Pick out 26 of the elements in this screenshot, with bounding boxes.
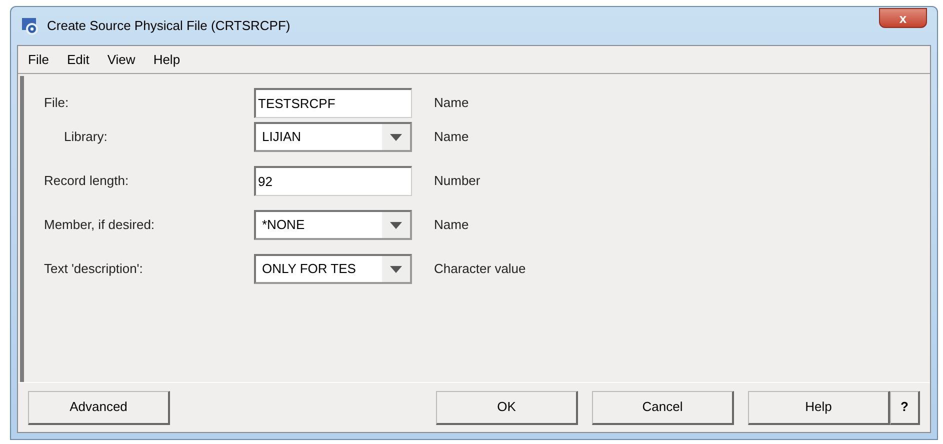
dialog-button[interactable]: Help [748, 390, 890, 424]
menu-item[interactable]: Help [151, 50, 182, 70]
field-label: Library: [63, 128, 108, 146]
field-label: Record length: [43, 172, 130, 190]
dropdown-field[interactable]: LIJIAN [254, 122, 412, 152]
help-button[interactable]: ? [890, 390, 920, 424]
field-hint: Name [434, 216, 469, 234]
dialog-button[interactable]: Cancel [592, 390, 734, 424]
dialog-button[interactable]: Advanced [28, 390, 170, 424]
dropdown-field[interactable]: *NONE [254, 210, 412, 240]
window-title: Create Source Physical File (CRTSRCPF) [47, 17, 290, 36]
menu-item[interactable]: View [105, 50, 138, 70]
close-button[interactable]: x [879, 8, 927, 28]
field-label: File: [43, 94, 70, 112]
dialog-button[interactable]: OK [436, 390, 578, 424]
field-hint: Name [434, 128, 469, 146]
field-hint: Character value [434, 260, 526, 278]
menu-item[interactable]: Edit [64, 50, 92, 70]
field-hint: Name [434, 94, 469, 112]
input-field[interactable]: TESTSRCPF [254, 88, 412, 118]
field-label: Text 'description': [43, 260, 144, 278]
input-field[interactable]: 92 [254, 166, 412, 196]
dropdown-field[interactable]: ONLY FOR TES [254, 254, 412, 284]
field-label: Member, if desired: [43, 216, 156, 234]
field-hint: Number [434, 172, 480, 190]
menu-item[interactable]: File [26, 50, 51, 70]
